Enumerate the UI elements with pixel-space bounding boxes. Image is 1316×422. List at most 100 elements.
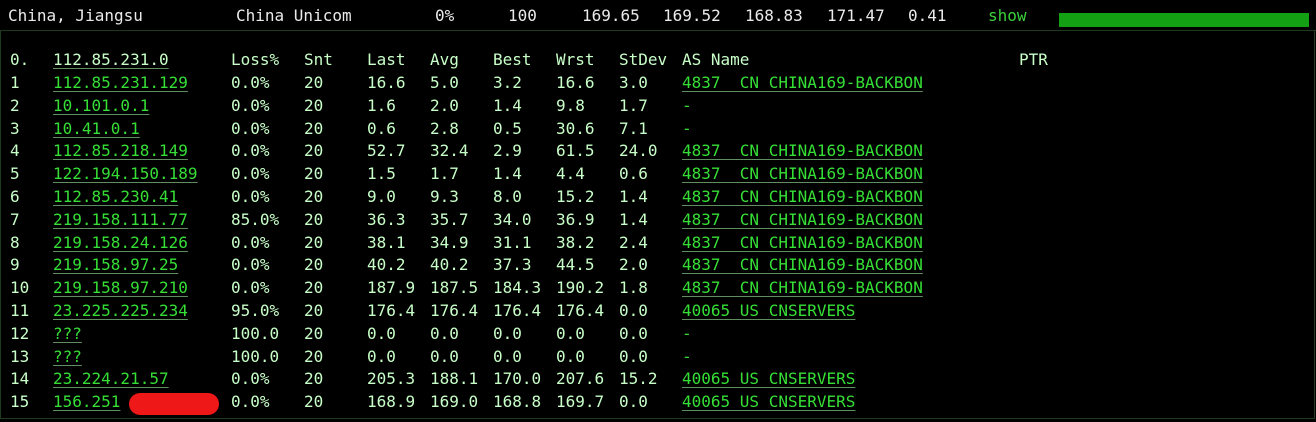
header-hop: 0. — [10, 50, 30, 69]
cell-loss: 0.0% — [231, 278, 270, 298]
summary-bar: China, Jiangsu China Unicom 0% 100 169.6… — [0, 0, 1316, 31]
header-wrst: Wrst — [556, 50, 595, 69]
cell-stdev: 0.0 — [619, 346, 648, 366]
cell-stdev: 1.4 — [619, 187, 648, 206]
cell-wrst: 15.2 — [556, 187, 595, 206]
cell-last: 0.0 — [367, 323, 396, 343]
cell-host[interactable]: 112.85.218.149 — [53, 140, 188, 161]
cell-loss: 0.0% — [231, 392, 270, 412]
show-toggle[interactable]: show — [988, 7, 1027, 25]
cell-asname[interactable]: 40065 US CNSERVERS — [682, 368, 855, 389]
redaction-mark — [129, 393, 219, 416]
cell-host[interactable]: 219.158.97.25 — [53, 254, 178, 275]
cell-last: 0.6 — [367, 118, 396, 138]
cell-stdev: 2.4 — [619, 232, 648, 252]
cell-wrst: 61.5 — [556, 141, 595, 161]
cell-asname[interactable]: 4837 CN CHINA169-BACKBON — [682, 186, 923, 207]
cell-snt: 20 — [304, 392, 324, 412]
cell-host[interactable]: 23.224.21.57 — [53, 368, 169, 389]
cell-asname[interactable]: 4837 CN CHINA169-BACKBON — [682, 209, 923, 230]
cell-stdev: 0.0 — [619, 323, 648, 343]
cell-last: 168.9 — [367, 392, 416, 412]
cell-host[interactable]: 219.158.111.77 — [53, 209, 188, 230]
cell-asname[interactable]: 4837 CN CHINA169-BACKBON — [682, 277, 923, 298]
cell-hop: 6 — [10, 187, 20, 206]
header-asname: AS Name — [682, 50, 750, 69]
cell-hop: 7 — [10, 209, 20, 229]
header-loss: Loss% — [231, 50, 280, 69]
cell-hop: 8 — [10, 232, 20, 252]
cell-host[interactable]: ??? — [53, 346, 82, 367]
cell-host[interactable]: 112.85.231.129 — [53, 72, 188, 93]
table-row: 13??? 100.0 20 0.0 0.0 0.0 0.0 0.0 - — [1, 346, 1311, 369]
cell-host[interactable]: 23.225.225.234 — [53, 300, 188, 321]
cell-loss: 0.0% — [231, 118, 270, 138]
progress-fill — [1059, 13, 1309, 27]
cell-avg: 0.0 — [430, 346, 459, 366]
cell-wrst: 4.4 — [556, 164, 585, 184]
cell-host[interactable]: 122.194.150.189 — [53, 163, 198, 184]
cell-stdev: 3.0 — [619, 73, 648, 92]
cell-hop: 3 — [10, 118, 20, 138]
cell-asname[interactable]: 40065 US CNSERVERS — [682, 300, 855, 321]
cell-host[interactable]: 219.158.97.210 — [53, 277, 188, 298]
cell-avg: 40.2 — [430, 255, 469, 275]
cell-host[interactable]: 156.251 — [53, 391, 120, 412]
cell-loss: 0.0% — [231, 73, 270, 92]
cell-loss: 0.0% — [231, 187, 270, 206]
cell-asname[interactable]: 4837 CN CHINA169-BACKBON — [682, 163, 923, 184]
cell-asname[interactable]: 4837 CN CHINA169-BACKBON — [682, 72, 923, 93]
table-row: 15 156.251 0.0% 20 168.9 169.0 168.8 169.7 0.0 40… — [1, 391, 1311, 416]
cell-snt: 20 — [304, 164, 324, 184]
cell-hop: 9 — [10, 255, 20, 275]
cell-avg: 188.1 — [430, 369, 479, 389]
cell-snt: 20 — [304, 301, 324, 320]
cell-avg: 187.5 — [430, 278, 479, 298]
cell-asname[interactable]: 40065 US CNSERVERS — [682, 391, 855, 412]
table-header: 0. 112.85.231.0 Loss% Snt Last Avg Best … — [1, 49, 1311, 72]
cell-best: 0.0 — [493, 346, 522, 366]
cell-stdev: 1.7 — [619, 95, 648, 115]
cell-host[interactable]: ??? — [53, 323, 82, 344]
cell-avg: 0.0 — [430, 323, 459, 343]
summary-best: 168.83 — [745, 6, 803, 25]
cell-asname[interactable]: 4837 CN CHINA169-BACKBON — [682, 232, 923, 253]
cell-best: 2.9 — [493, 141, 522, 161]
cell-hop: 4 — [10, 141, 20, 161]
cell-host[interactable]: 10.41.0.1 — [53, 118, 140, 139]
cell-last: 1.6 — [367, 95, 396, 115]
cell-snt: 20 — [304, 73, 324, 92]
summary-avg: 169.52 — [663, 6, 721, 25]
cell-last: 38.1 — [367, 232, 406, 252]
cell-best: 0.5 — [493, 118, 522, 138]
summary-progress-bar — [1059, 13, 1309, 27]
cell-wrst: 16.6 — [556, 73, 595, 92]
cell-asname[interactable]: 4837 CN CHINA169-BACKBON — [682, 254, 923, 275]
cell-host[interactable]: 10.101.0.1 — [53, 95, 149, 116]
cell-avg: 2.0 — [430, 95, 459, 115]
cell-last: 205.3 — [367, 369, 416, 389]
cell-stdev: 1.8 — [619, 278, 648, 298]
cell-last: 1.5 — [367, 164, 396, 184]
cell-asname[interactable]: 4837 CN CHINA169-BACKBON — [682, 140, 923, 161]
cell-stdev: 7.1 — [619, 118, 648, 138]
cell-hop: 5 — [10, 164, 20, 184]
cell-asname: - — [682, 95, 692, 115]
table-row: 4 112.85.218.149 0.0% 20 52.7 32.4 2.9 61.5 24.0… — [1, 140, 1311, 163]
cell-last: 36.3 — [367, 209, 406, 229]
cell-loss: 0.0% — [231, 141, 270, 161]
cell-host[interactable]: 112.85.230.41 — [53, 186, 178, 207]
summary-loss: 0% — [435, 6, 455, 25]
cell-avg: 34.9 — [430, 232, 469, 252]
cell-host[interactable]: 219.158.24.126 — [53, 232, 188, 253]
cell-best: 184.3 — [493, 278, 542, 298]
cell-last: 176.4 — [367, 301, 416, 320]
cell-loss: 85.0% — [231, 209, 280, 229]
cell-stdev: 1.4 — [619, 209, 648, 229]
cell-hop: 13 — [10, 346, 30, 366]
cell-avg: 5.0 — [430, 73, 459, 92]
cell-best: 176.4 — [493, 301, 542, 320]
header-target-host[interactable]: 112.85.231.0 — [53, 49, 169, 70]
cell-loss: 0.0% — [231, 232, 270, 252]
cell-snt: 20 — [304, 369, 324, 389]
